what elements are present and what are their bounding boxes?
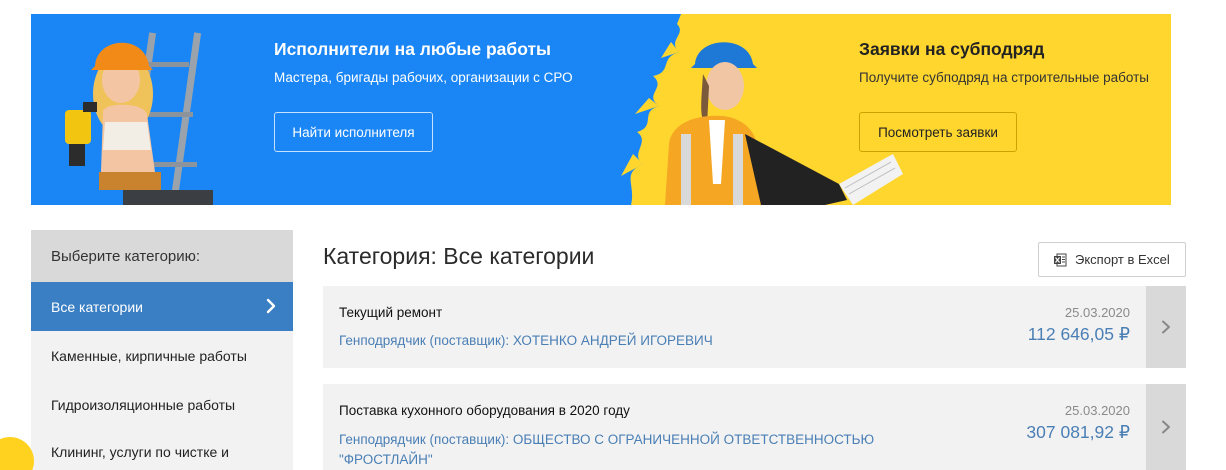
request-supplier[interactable]: Генподрядчик (поставщик): ОБЩЕСТВО С ОГР…: [339, 430, 874, 470]
export-excel-button[interactable]: Экспорт в Excel: [1038, 242, 1186, 277]
promo-banner: Исполнители на любые работы Мастера, бри…: [31, 14, 1171, 205]
sidebar-header: Выберите категорию:: [31, 230, 293, 282]
request-card[interactable]: Текущий ремонт Генподрядчик (поставщик):…: [323, 286, 1186, 368]
request-supplier[interactable]: Генподрядчик (поставщик): ХОТЕНКО АНДРЕЙ…: [339, 331, 713, 351]
export-excel-label: Экспорт в Excel: [1075, 252, 1170, 267]
chevron-right-icon: [266, 298, 276, 314]
chevron-right-icon: [1162, 420, 1170, 434]
worker-woman-drill-image: [65, 32, 213, 205]
request-supplier-line1: Генподрядчик (поставщик): ОБЩЕСТВО С ОГР…: [339, 432, 875, 447]
chat-icon[interactable]: [0, 437, 34, 470]
sidebar-item-label: Все категории: [51, 298, 143, 315]
sidebar-item-label: Клининг, услуги по чистке и: [51, 444, 229, 460]
page-title: Категория: Все категории: [323, 243, 595, 269]
find-contractor-button[interactable]: Найти исполнителя: [274, 112, 433, 152]
excel-icon: [1054, 253, 1067, 266]
request-title: Поставка кухонного оборудования в 2020 г…: [339, 403, 630, 418]
chevron-right-icon: [1162, 320, 1170, 334]
banner-right-title: Заявки на субподряд: [859, 39, 1045, 59]
sidebar-item-label: Гидроизоляционные работы: [51, 396, 236, 413]
request-price: 112 646,05 ₽: [1027, 324, 1130, 344]
request-date: 25.03.2020: [1064, 305, 1130, 320]
banner-left-subtitle: Мастера, бригады рабочих, организации с …: [274, 70, 573, 85]
open-request-button[interactable]: [1146, 286, 1186, 368]
request-price: 307 081,92 ₽: [1026, 422, 1130, 442]
open-request-button[interactable]: [1146, 384, 1186, 470]
sidebar-item-masonry[interactable]: Каменные, кирпичные работы: [31, 331, 293, 380]
sidebar-item-all-categories[interactable]: Все категории: [31, 282, 293, 331]
banner-left-title: Исполнители на любые работы: [274, 39, 551, 59]
sidebar-item-label: Каменные, кирпичные работы: [51, 347, 247, 364]
view-requests-button[interactable]: Посмотреть заявки: [859, 112, 1017, 152]
request-supplier-line2: "ФРОСТЛАЙН": [339, 452, 433, 467]
request-date: 25.03.2020: [1064, 403, 1130, 418]
request-card[interactable]: Поставка кухонного оборудования в 2020 г…: [323, 384, 1186, 470]
sidebar-item-cleaning[interactable]: Клининг, услуги по чистке и: [31, 429, 293, 469]
category-sidebar: Выберите категорию: Все категории Каменн…: [31, 230, 293, 470]
request-title: Текущий ремонт: [339, 305, 443, 320]
sidebar-item-waterproofing[interactable]: Гидроизоляционные работы: [31, 380, 293, 429]
banner-right-subtitle: Получите субподряд на строительные работ…: [859, 70, 1149, 85]
